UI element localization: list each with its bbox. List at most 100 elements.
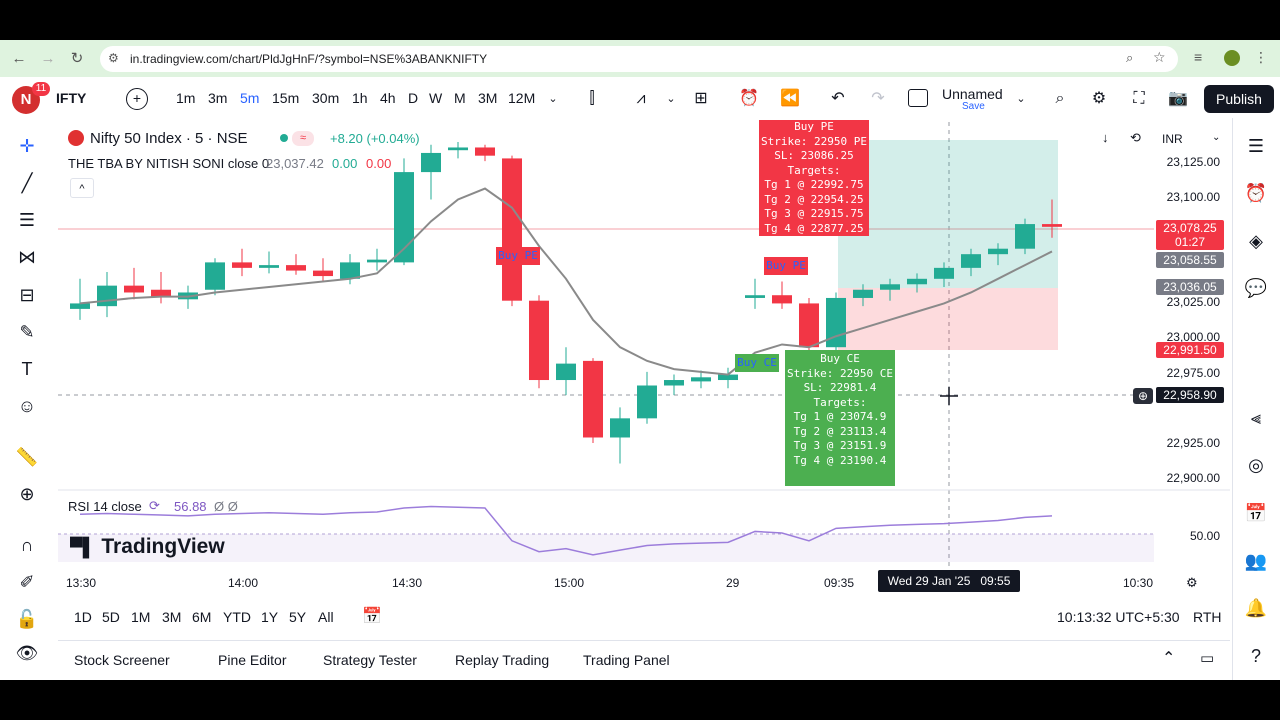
currency-selector[interactable]: INR	[1162, 132, 1183, 146]
chevron-down-icon[interactable]: ⌄	[660, 88, 682, 110]
collapse-legend-icon[interactable]: ^	[70, 178, 94, 198]
brush-icon[interactable]: ✎	[14, 319, 40, 345]
help-icon[interactable]: ?	[1243, 643, 1269, 669]
interval-w[interactable]: W	[429, 89, 442, 107]
interval-1m[interactable]: 1m	[176, 89, 195, 107]
settings-gear-icon[interactable]: ⚙	[1088, 88, 1110, 110]
reload-icon[interactable]: ↻	[66, 48, 88, 70]
camera-icon[interactable]: 📷	[1167, 88, 1189, 110]
goto-date-calendar-icon[interactable]: 📅	[362, 606, 382, 626]
range-all[interactable]: All	[318, 609, 334, 625]
reset-chart-icon[interactable]: ⟲	[1130, 130, 1141, 146]
back-icon[interactable]: ←	[8, 48, 30, 70]
interval-4h[interactable]: 4h	[380, 89, 396, 107]
lock-drawing-icon[interactable]: ✐	[14, 569, 40, 595]
magnet-icon[interactable]: ∩	[14, 532, 40, 558]
forecast-icon[interactable]: ⊟	[14, 282, 40, 308]
calendar-icon[interactable]: 📅	[1243, 500, 1269, 526]
interval-30m[interactable]: 30m	[312, 89, 339, 107]
replay-icon[interactable]: ⏪	[779, 88, 801, 110]
tab-strategy-tester[interactable]: Strategy Tester	[323, 652, 417, 668]
lock-icon[interactable]: 🔓	[14, 606, 40, 632]
range-5d[interactable]: 5D	[102, 609, 120, 625]
undo-icon[interactable]: ↶	[827, 88, 849, 110]
fullscreen-icon[interactable]: ⛶	[1128, 88, 1150, 110]
rsi-value: 56.88	[174, 499, 207, 514]
visibility-icon[interactable]: 👁	[14, 640, 40, 666]
layout-square-icon[interactable]	[908, 89, 928, 107]
range-1y[interactable]: 1Y	[261, 609, 278, 625]
tab-pine-editor[interactable]: Pine Editor	[218, 652, 286, 668]
ideas-icon[interactable]: ⫷	[1243, 405, 1269, 431]
interval-5m[interactable]: 5m	[240, 89, 259, 107]
zoom-in-icon[interactable]: ⊕	[14, 481, 40, 507]
interval-d[interactable]: D	[408, 89, 418, 107]
quick-search-icon[interactable]: ⌕	[1049, 88, 1071, 110]
ce-line: Strike: 22950 CE	[787, 366, 893, 380]
range-3m[interactable]: 3M	[162, 609, 181, 625]
layers-icon[interactable]: ◈	[1243, 228, 1269, 254]
range-1d[interactable]: 1D	[74, 609, 92, 625]
templates-grid-icon[interactable]: ⊞	[690, 88, 712, 110]
watchlist-icon[interactable]: ☰	[1243, 133, 1269, 159]
browser-menu-icon[interactable]: ⋮	[1254, 49, 1268, 66]
site-info-icon[interactable]: ⚙	[108, 51, 119, 65]
redo-icon[interactable]: ↷	[867, 88, 889, 110]
rsi-tick: 50.00	[1189, 529, 1220, 543]
interval-1h[interactable]: 1h	[352, 89, 368, 107]
scroll-down-icon[interactable]: ↓	[1102, 130, 1109, 145]
publish-button[interactable]: Publish	[1204, 85, 1274, 113]
forward-icon[interactable]: →	[37, 48, 59, 70]
interval-m[interactable]: M	[454, 89, 466, 107]
trend-line-icon[interactable]: ╱	[14, 170, 40, 196]
chat-icon[interactable]: 💬	[1243, 275, 1269, 301]
ruler-icon[interactable]: 📏	[14, 444, 40, 470]
alerts-clock-icon[interactable]: ⏰	[1243, 180, 1269, 206]
profile-avatar[interactable]	[1224, 50, 1240, 66]
pe-line: Targets:	[787, 163, 841, 177]
candle-style-icon[interactable]: ⫿	[581, 88, 603, 110]
expand-panel-icon[interactable]: ⌃	[1162, 648, 1175, 668]
crosshair-icon[interactable]: ✛	[14, 133, 40, 159]
range-ytd[interactable]: YTD	[223, 609, 251, 625]
range-5y[interactable]: 5Y	[289, 609, 306, 625]
session-rth[interactable]: RTH	[1193, 609, 1222, 625]
fib-icon[interactable]: ☰	[14, 207, 40, 233]
community-icon[interactable]: 👥	[1243, 548, 1269, 574]
instrument-title[interactable]: Nifty 50 Index · 5 · NSE	[90, 130, 248, 147]
target-icon[interactable]: ◎	[1243, 452, 1269, 478]
indicator-name[interactable]: THE TBA BY NITISH SONI close 0	[68, 156, 269, 171]
layout-name[interactable]: Unnamed	[942, 86, 1003, 102]
tab-stock-screener[interactable]: Stock Screener	[74, 652, 170, 668]
time-axis-settings-icon[interactable]: ⚙	[1186, 575, 1198, 591]
chevron-down-icon[interactable]: ⌄	[1212, 132, 1220, 143]
symbol-search[interactable]: IFTY	[56, 89, 86, 107]
emoji-icon[interactable]: ☺	[14, 393, 40, 419]
notifications-bell-icon[interactable]: 🔔	[1243, 595, 1269, 621]
add-alert-plus-icon[interactable]: ⊕	[1133, 388, 1153, 404]
layout-save-status[interactable]: Save	[962, 101, 985, 112]
delayed-data-icon[interactable]: ≈	[292, 131, 314, 146]
clock-timezone[interactable]: 10:13:32 UTC+5:30	[1057, 609, 1180, 625]
chart-pane[interactable]	[58, 122, 1230, 592]
alert-icon[interactable]: ⏰	[738, 88, 760, 110]
tab-replay-trading[interactable]: Replay Trading	[455, 652, 549, 668]
pattern-icon[interactable]: ⋈	[14, 244, 40, 270]
maximize-panel-icon[interactable]: ▭	[1200, 649, 1214, 667]
compare-add-icon[interactable]: +	[126, 88, 148, 110]
range-1m[interactable]: 1M	[131, 609, 150, 625]
interval-3m-month[interactable]: 3M	[478, 89, 497, 107]
indicators-icon[interactable]: ⩘	[630, 88, 652, 110]
tab-trading-panel[interactable]: Trading Panel	[583, 652, 670, 668]
interval-15m[interactable]: 15m	[272, 89, 299, 107]
chevron-down-icon[interactable]: ⌄	[542, 88, 564, 110]
range-6m[interactable]: 6M	[192, 609, 211, 625]
extensions-icon[interactable]: ≡	[1194, 49, 1202, 65]
bookmark-star-icon[interactable]: ☆	[1153, 49, 1166, 66]
interval-3m[interactable]: 3m	[208, 89, 227, 107]
zoom-icon[interactable]: ⌕	[1126, 50, 1133, 66]
text-tool-icon[interactable]: T	[14, 356, 40, 382]
chevron-down-icon[interactable]: ⌄	[1010, 88, 1032, 110]
rsi-name[interactable]: RSI 14 close	[68, 499, 142, 514]
interval-12m[interactable]: 12M	[508, 89, 535, 107]
